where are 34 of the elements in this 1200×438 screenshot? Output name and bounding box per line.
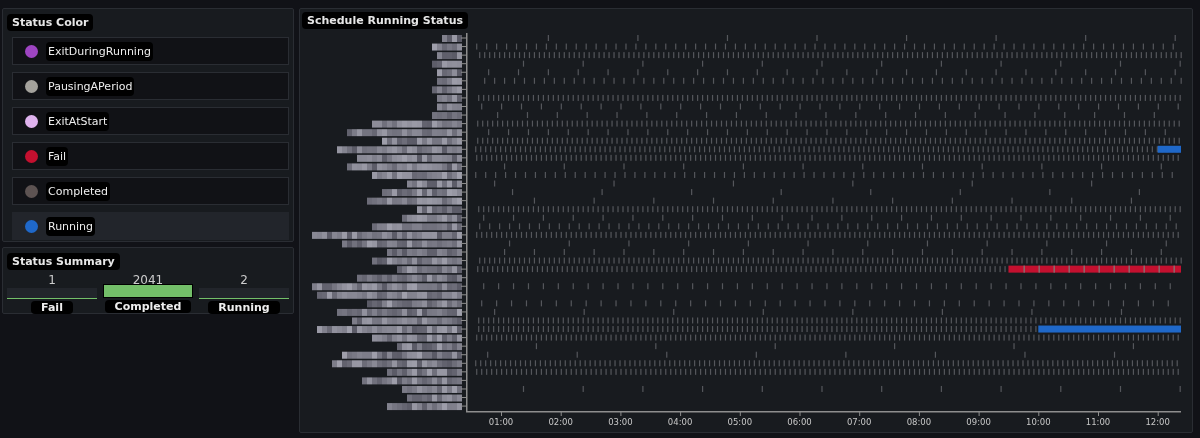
legend-item[interactable]: PausingAPeriod xyxy=(12,72,289,100)
legend-label: ExitDuringRunning xyxy=(46,41,153,61)
time-label: 05:00 xyxy=(727,417,753,427)
time-label: 08:00 xyxy=(906,417,932,427)
stat-label: Completed xyxy=(104,300,192,313)
legend-label: Fail xyxy=(46,146,69,166)
stat-value: 1 xyxy=(48,272,56,288)
legend-label: PausingAPeriod xyxy=(46,76,135,96)
legend-label: ExitAtStart xyxy=(46,111,110,131)
stat-value: 2041 xyxy=(132,272,164,288)
legend-item[interactable]: ExitAtStart xyxy=(12,107,289,135)
running-segment xyxy=(1157,145,1181,153)
panel-title: Schedule Running Status xyxy=(302,12,468,29)
time-label: 12:00 xyxy=(1145,417,1170,427)
legend-item[interactable]: Fail xyxy=(12,142,289,170)
legend-label: Running xyxy=(46,216,96,236)
panel-title: Status Color xyxy=(7,14,94,31)
panel-title: Status Summary xyxy=(7,253,120,270)
stat-label: Fail xyxy=(31,301,73,314)
legend-item[interactable]: Completed xyxy=(12,177,289,205)
time-label: 11:00 xyxy=(1085,417,1111,427)
legend-item[interactable]: Running xyxy=(12,212,289,240)
time-label: 02:00 xyxy=(548,417,573,427)
time-label: 04:00 xyxy=(667,417,693,427)
time-label: 06:00 xyxy=(787,417,812,427)
legend-label: Completed xyxy=(46,181,110,201)
time-label: 09:00 xyxy=(966,417,991,427)
legend-item[interactable]: ExitDuringRunning xyxy=(12,37,289,65)
stat-value: 2 xyxy=(240,272,248,288)
time-label: 03:00 xyxy=(608,417,633,427)
stat-label: Running xyxy=(208,301,280,314)
time-label: 01:00 xyxy=(488,417,514,427)
time-label: 10:00 xyxy=(1026,417,1051,427)
time-label: 07:00 xyxy=(846,417,872,427)
